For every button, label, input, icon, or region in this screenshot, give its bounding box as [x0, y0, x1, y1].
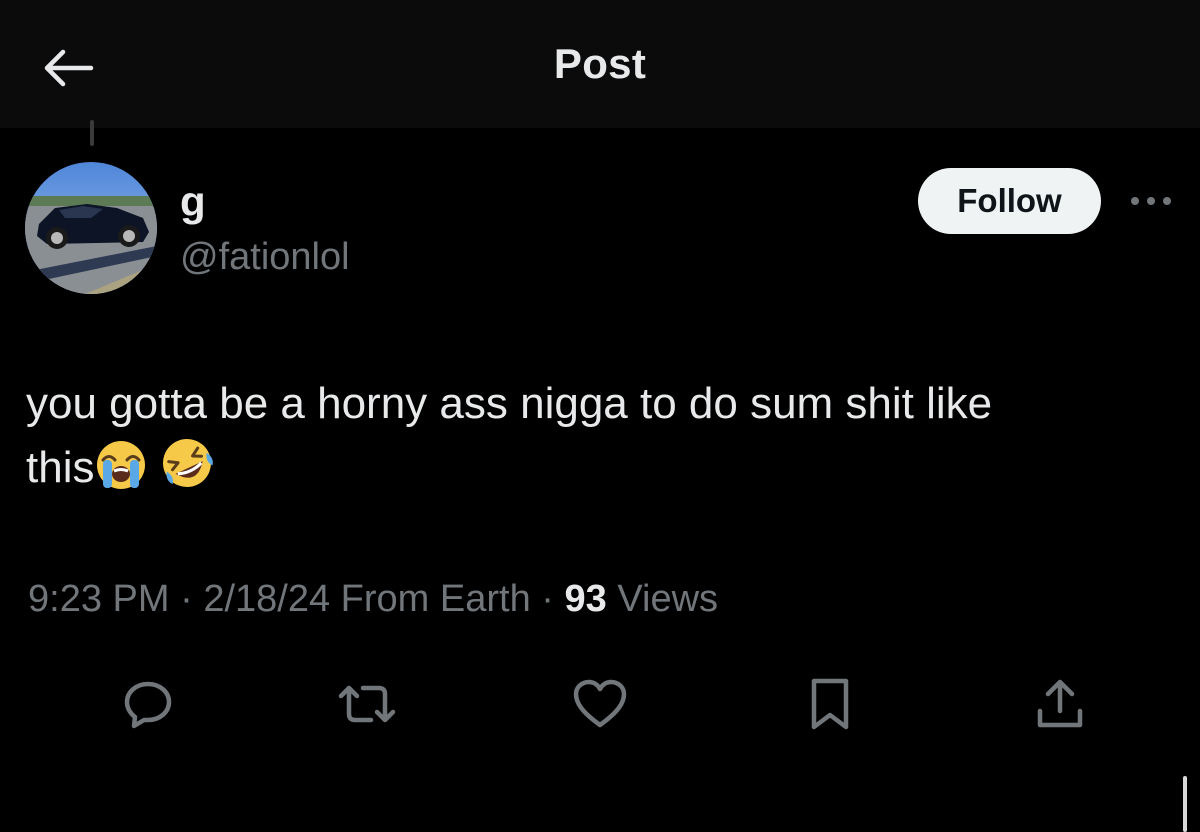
- repost-button[interactable]: [337, 674, 397, 734]
- more-horizontal-icon: [1131, 197, 1171, 205]
- post-location: From Earth: [340, 578, 531, 620]
- share-icon: [1037, 679, 1083, 728]
- post-meta: 9:23 PM · 2/18/24 From Earth · 93 Views: [28, 578, 718, 621]
- follow-button[interactable]: Follow: [918, 168, 1101, 234]
- meta-separator: ·: [180, 578, 193, 620]
- repost-icon: [338, 685, 396, 723]
- reply-button[interactable]: [118, 674, 178, 734]
- loudly-crying-face-icon: [94, 438, 148, 508]
- meta-separator-2: ·: [541, 578, 554, 620]
- like-button[interactable]: [570, 674, 630, 734]
- post-text-line-2: this: [26, 434, 1176, 508]
- reply-icon: [124, 681, 172, 729]
- top-bar: Post: [0, 0, 1200, 128]
- share-button[interactable]: [1030, 674, 1090, 734]
- post-text: you gotta be a horny ass nigga to do sum…: [26, 374, 1176, 508]
- bookmark-icon: [811, 678, 849, 730]
- like-icon: [573, 679, 627, 728]
- author-display-name[interactable]: g: [180, 178, 206, 226]
- post-text-end: this: [26, 443, 95, 492]
- post-text-line: you gotta be a horny ass nigga to do sum…: [26, 379, 993, 428]
- author-handle[interactable]: @fationlol: [180, 236, 350, 279]
- action-bar: [0, 664, 1200, 734]
- bookmark-button[interactable]: [800, 674, 860, 734]
- post-page: Post g @fationlol Follow you gotta be a …: [0, 0, 1200, 832]
- rolling-on-floor-laughing-icon: [158, 434, 216, 508]
- views-label[interactable]: Views: [617, 578, 718, 620]
- thread-connector-line: [90, 120, 94, 146]
- views-count[interactable]: 93: [565, 578, 607, 620]
- post-time[interactable]: 9:23 PM: [28, 578, 170, 620]
- page-title: Post: [553, 40, 647, 87]
- more-options-button[interactable]: [1126, 186, 1176, 216]
- avatar[interactable]: [25, 162, 157, 294]
- scrollbar[interactable]: [1183, 776, 1187, 832]
- post-date[interactable]: 2/18/24: [203, 578, 330, 620]
